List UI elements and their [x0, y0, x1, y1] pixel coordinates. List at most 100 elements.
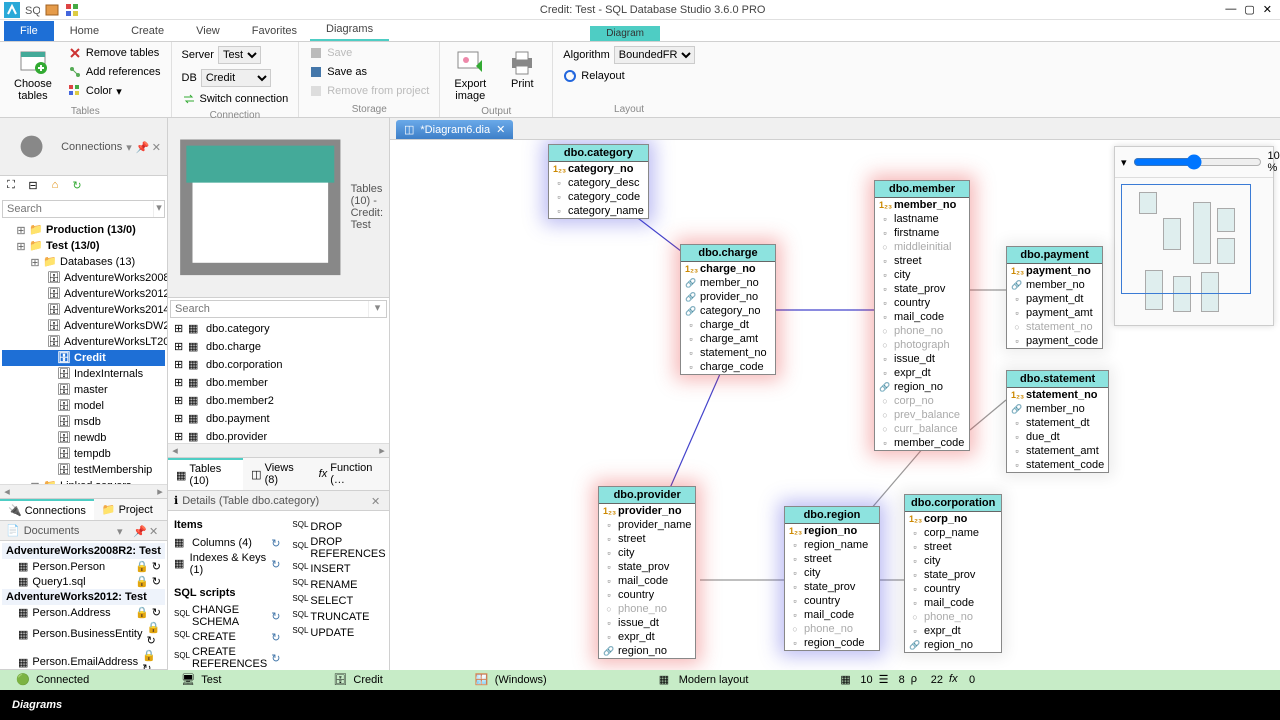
- entity-member[interactable]: dbo.member1₂₃member_no▫lastname▫firstnam…: [874, 180, 970, 451]
- doc-group-header[interactable]: AdventureWorks2008R2: Test: [2, 543, 165, 559]
- entity-column[interactable]: ▫state_prov: [785, 580, 879, 594]
- tree-node[interactable]: ⊞📁Production (13/0): [2, 222, 165, 238]
- entity-column[interactable]: 🔗category_no: [681, 304, 775, 318]
- close-icon[interactable]: ✕: [149, 525, 161, 537]
- tab-functions[interactable]: fxFunction (…: [311, 458, 389, 490]
- close-button[interactable]: ✕: [1263, 3, 1272, 16]
- table-row[interactable]: ⊞▦dbo.payment: [168, 410, 389, 428]
- tree-node[interactable]: 🗄tempdb: [2, 446, 165, 462]
- entity-column[interactable]: ▫statement_no: [681, 346, 775, 360]
- doc-item[interactable]: ▦Query1.sql🔒 ↻: [2, 574, 165, 589]
- entity-column[interactable]: ○curr_balance: [875, 422, 969, 436]
- entity-column[interactable]: ▫corp_name: [905, 526, 1001, 540]
- entity-column[interactable]: ▫issue_dt: [599, 616, 695, 630]
- entity-column[interactable]: ○statement_no: [1007, 320, 1102, 334]
- sql-script-item[interactable]: SQLTRUNCATE: [292, 609, 385, 625]
- entity-column[interactable]: 1₂₃member_no: [875, 198, 969, 212]
- entity-column[interactable]: ▫category_code: [549, 190, 648, 204]
- maximize-button[interactable]: ▢: [1244, 3, 1254, 16]
- minimap-view[interactable]: [1115, 178, 1273, 326]
- relayout-button[interactable]: Relayout: [559, 67, 698, 85]
- entity-column[interactable]: ▫firstname: [875, 226, 969, 240]
- tree-node[interactable]: 🗄model: [2, 398, 165, 414]
- tab-tables[interactable]: ▦Tables (10): [168, 458, 243, 490]
- entity-payment[interactable]: dbo.payment1₂₃payment_no🔗member_no▫payme…: [1006, 246, 1103, 349]
- remove-from-project-button[interactable]: Remove from project: [305, 82, 433, 100]
- entity-column[interactable]: ▫country: [875, 296, 969, 310]
- doc-group-header[interactable]: AdventureWorks2012: Test: [2, 589, 165, 605]
- sql-script-item[interactable]: SQLINSERT: [292, 561, 385, 577]
- doc-item[interactable]: ▦Person.BusinessEntity🔒 ↻: [2, 620, 165, 648]
- switch-connection-button[interactable]: Switch connection: [178, 90, 293, 108]
- entity-category[interactable]: dbo.category1₂₃category_no▫category_desc…: [548, 144, 649, 219]
- tab-home[interactable]: Home: [54, 21, 115, 41]
- entity-column[interactable]: ▫city: [785, 566, 879, 580]
- entity-column[interactable]: ▫charge_dt: [681, 318, 775, 332]
- table-icon[interactable]: [44, 2, 60, 18]
- zoom-slider[interactable]: [1133, 154, 1262, 170]
- sql-script-item[interactable]: SQLRENAME: [292, 577, 385, 593]
- entity-region[interactable]: dbo.region1₂₃region_no▫region_name▫stree…: [784, 506, 880, 651]
- entity-column[interactable]: ○middleinitial: [875, 240, 969, 254]
- tree-node[interactable]: 🗄AdventureWorksDW2012: [2, 318, 165, 334]
- entity-header[interactable]: dbo.statement: [1007, 371, 1108, 388]
- sql-script-item[interactable]: SQLUPDATE: [292, 625, 385, 641]
- close-tab-icon[interactable]: ✕: [496, 123, 505, 136]
- sql-script-item[interactable]: SQLCREATE REFERENCES↻: [174, 645, 280, 671]
- entity-column[interactable]: ○corp_no: [875, 394, 969, 408]
- entity-column[interactable]: ▫charge_code: [681, 360, 775, 374]
- tab-view[interactable]: View: [180, 21, 236, 41]
- entity-header[interactable]: dbo.payment: [1007, 247, 1102, 264]
- doc-item[interactable]: ▦Person.Address🔒 ↻: [2, 605, 165, 620]
- entity-column[interactable]: ▫mail_code: [599, 574, 695, 588]
- entity-column[interactable]: ▫state_prov: [905, 568, 1001, 582]
- entity-column[interactable]: 1₂₃charge_no: [681, 262, 775, 276]
- entity-column[interactable]: ▫mail_code: [875, 310, 969, 324]
- entity-column[interactable]: ○photograph: [875, 338, 969, 352]
- tab-connections[interactable]: 🔌Connections: [0, 499, 94, 520]
- entity-column[interactable]: 🔗region_no: [905, 638, 1001, 652]
- entity-column[interactable]: ▫statement_code: [1007, 458, 1108, 472]
- doc-item[interactable]: ▦Person.Person🔒 ↻: [2, 559, 165, 574]
- pin-icon[interactable]: 📌: [136, 141, 148, 153]
- algorithm-select[interactable]: BoundedFR: [614, 46, 695, 64]
- tables-search-input[interactable]: [171, 301, 368, 317]
- entity-column[interactable]: ○phone_no: [905, 610, 1001, 624]
- entity-column[interactable]: ▫mail_code: [905, 596, 1001, 610]
- entity-column[interactable]: 🔗region_no: [599, 644, 695, 658]
- entity-column[interactable]: 1₂₃category_no: [549, 162, 648, 176]
- details-item[interactable]: ▦Indexes & Keys (1)↻: [174, 551, 280, 577]
- entity-column[interactable]: ▫city: [905, 554, 1001, 568]
- entity-column[interactable]: ▫payment_code: [1007, 334, 1102, 348]
- chevron-down-icon[interactable]: ▾: [368, 301, 386, 317]
- entity-column[interactable]: ▫country: [785, 594, 879, 608]
- entity-column[interactable]: ▫state_prov: [599, 560, 695, 574]
- entity-provider[interactable]: dbo.provider1₂₃provider_no▫provider_name…: [598, 486, 696, 659]
- remove-tables-button[interactable]: Remove tables: [64, 44, 165, 62]
- table-row[interactable]: ⊞▦dbo.member: [168, 374, 389, 392]
- entity-column[interactable]: 1₂₃payment_no: [1007, 264, 1102, 278]
- entity-column[interactable]: ▫street: [875, 254, 969, 268]
- entity-column[interactable]: 🔗region_no: [875, 380, 969, 394]
- entity-column[interactable]: ▫statement_amt: [1007, 444, 1108, 458]
- save-as-button[interactable]: Save as: [305, 63, 433, 81]
- sql-script-item[interactable]: SQLSELECT: [292, 593, 385, 609]
- diagram-canvas[interactable]: ▾ 100 % dbo.category1₂₃category_no▫categ…: [390, 140, 1280, 676]
- entity-column[interactable]: ○prev_balance: [875, 408, 969, 422]
- tab-diagrams[interactable]: Diagrams: [310, 19, 389, 41]
- sql-icon[interactable]: SQL: [24, 2, 40, 18]
- save-button[interactable]: Save: [305, 44, 433, 62]
- entity-column[interactable]: ▫region_code: [785, 636, 879, 650]
- entity-column[interactable]: 1₂₃corp_no: [905, 512, 1001, 526]
- sql-script-item[interactable]: SQLCHANGE SCHEMA↻: [174, 603, 280, 629]
- entity-column[interactable]: ▫payment_dt: [1007, 292, 1102, 306]
- entity-corporation[interactable]: dbo.corporation1₂₃corp_no▫corp_name▫stre…: [904, 494, 1002, 653]
- entity-column[interactable]: ▫payment_amt: [1007, 306, 1102, 320]
- entity-column[interactable]: ▫statement_dt: [1007, 416, 1108, 430]
- tree-node[interactable]: 🗄IndexInternals: [2, 366, 165, 382]
- tree-node[interactable]: ⊞📁Databases (13): [2, 254, 165, 270]
- entity-column[interactable]: ▫city: [875, 268, 969, 282]
- entity-charge[interactable]: dbo.charge1₂₃charge_no🔗member_no🔗provide…: [680, 244, 776, 375]
- minimize-button[interactable]: —: [1225, 3, 1236, 16]
- entity-column[interactable]: ○phone_no: [599, 602, 695, 616]
